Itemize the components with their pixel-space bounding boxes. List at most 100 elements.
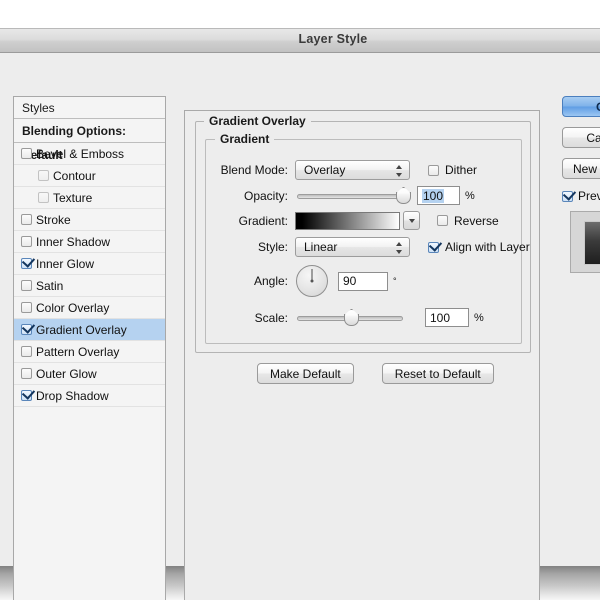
preview-checkbox[interactable]: Preview (562, 189, 600, 203)
gradient-group-title: Gradient (215, 132, 275, 146)
layer-style-dialog: Layer Style Styles Blending Options: Def… (0, 28, 600, 600)
effect-checkbox[interactable] (21, 324, 32, 335)
effect-row[interactable]: Color Overlay (14, 297, 165, 319)
angle-dial[interactable] (296, 265, 328, 297)
angle-input[interactable]: 90 (338, 271, 388, 291)
opacity-unit: % (465, 189, 475, 202)
effect-row[interactable]: Satin (14, 275, 165, 297)
angle-dial-hub (310, 279, 314, 283)
align-with-layer-checkbox[interactable]: Align with Layer (428, 240, 530, 254)
dialog-titlebar[interactable]: Layer Style (0, 29, 600, 53)
preview-checkbox-box (562, 190, 573, 202)
effect-label: Inner Glow (36, 256, 95, 271)
blend-mode-value: Overlay (304, 163, 346, 177)
scale-label: Scale: (254, 310, 288, 325)
style-preview-swatch (584, 221, 600, 265)
make-default-button[interactable]: Make Default (257, 363, 354, 384)
effect-row[interactable]: Texture (14, 187, 165, 209)
blending-options-row[interactable]: Blending Options: Default (14, 119, 165, 162)
gradient-swatch[interactable] (295, 211, 400, 230)
effect-checkbox[interactable] (21, 302, 32, 313)
effect-label: Outer Glow (36, 366, 97, 381)
gradient-overlay-panel: Gradient Overlay Gradient Blend Mode: Ov… (184, 110, 540, 600)
reset-to-default-button[interactable]: Reset to Default (381, 363, 494, 384)
dialog-actions: OK Cancel New Style... Preview (562, 96, 600, 273)
effect-label: Contour (53, 168, 96, 183)
effect-row[interactable]: Pattern Overlay (14, 341, 165, 363)
angle-label: Angle: (253, 274, 288, 288)
reverse-checkbox-box (437, 215, 448, 226)
ok-button[interactable]: OK (562, 96, 600, 117)
gradient-group: Gradient Blend Mode: Overlay Dither Opac… (205, 132, 530, 344)
effect-row[interactable]: Gradient Overlay (14, 319, 165, 341)
updown-arrows-icon (396, 164, 403, 178)
gradient-row: Gradient: Reverse (210, 211, 520, 230)
cancel-button[interactable]: Cancel (562, 127, 600, 148)
gradient-overlay-group-title: Gradient Overlay (204, 114, 311, 128)
scale-value: 100 (430, 310, 451, 325)
effect-checkbox[interactable] (21, 346, 32, 357)
dither-checkbox[interactable]: Dither (428, 163, 477, 177)
effect-checkbox[interactable] (38, 192, 49, 203)
effect-label: Bevel & Emboss (36, 146, 125, 161)
styles-list-header[interactable]: Styles (14, 97, 165, 119)
effect-checkbox[interactable] (21, 280, 32, 291)
effect-label: Drop Shadow (36, 388, 109, 403)
default-buttons-row: Make Default Reset to Default (257, 363, 494, 384)
style-select[interactable]: Linear (295, 237, 410, 257)
angle-unit: ° (393, 276, 397, 286)
effect-checkbox[interactable] (21, 236, 32, 247)
gradient-overlay-group: Gradient Overlay Gradient Blend Mode: Ov… (195, 114, 531, 353)
style-row: Style: Linear Align with Layer (210, 237, 530, 257)
blend-mode-label: Blend Mode: (220, 163, 288, 177)
scale-unit: % (474, 311, 484, 324)
angle-row: Angle: 90 ° (210, 265, 470, 297)
scale-slider[interactable] (297, 311, 403, 326)
effect-label: Pattern Overlay (36, 344, 120, 359)
effect-checkbox[interactable] (21, 258, 32, 269)
effect-checkbox[interactable] (21, 148, 32, 159)
updown-arrows-icon (396, 241, 403, 255)
opacity-slider-track (297, 193, 405, 199)
effect-checkbox[interactable] (21, 214, 32, 225)
effect-label: Stroke (36, 212, 71, 227)
effect-row[interactable]: Contour (14, 165, 165, 187)
opacity-value: 100 (422, 188, 445, 203)
opacity-slider-thumb[interactable] (396, 191, 411, 204)
effect-checkbox[interactable] (21, 368, 32, 379)
effect-row[interactable]: Inner Glow (14, 253, 165, 275)
dialog-body: Styles Blending Options: Default Bevel &… (0, 54, 600, 600)
effect-row[interactable]: Inner Shadow (14, 231, 165, 253)
scale-slider-thumb[interactable] (344, 313, 359, 326)
preview-label: Preview (578, 189, 600, 203)
effect-label: Color Overlay (36, 300, 110, 315)
opacity-row: Opacity: 100 % (210, 186, 520, 205)
effect-row[interactable]: Outer Glow (14, 363, 165, 385)
screen: Layer Style Styles Blending Options: Def… (0, 0, 600, 600)
effect-label: Texture (53, 190, 93, 205)
effect-row[interactable]: Stroke (14, 209, 165, 231)
effect-label: Inner Shadow (36, 234, 111, 249)
gradient-picker-button[interactable] (403, 211, 420, 230)
effect-checkbox[interactable] (21, 390, 32, 401)
styles-list-panel: Styles Blending Options: Default Bevel &… (13, 96, 166, 600)
opacity-input[interactable]: 100 (417, 186, 460, 205)
dialog-title: Layer Style (298, 32, 368, 46)
blend-mode-row: Blend Mode: Overlay Dither (210, 160, 510, 180)
align-with-layer-label: Align with Layer (445, 240, 530, 254)
opacity-slider[interactable] (297, 189, 411, 204)
style-value: Linear (304, 240, 338, 254)
style-label: Style: (257, 240, 288, 254)
angle-value: 90 (343, 274, 357, 288)
effect-row[interactable]: Drop Shadow (14, 385, 165, 407)
new-style-button[interactable]: New Style... (562, 158, 600, 179)
effect-label: Satin (36, 278, 64, 293)
effect-checkbox[interactable] (38, 170, 49, 181)
scale-input[interactable]: 100 (425, 308, 469, 327)
style-preview-thumbnail (570, 211, 600, 273)
blend-mode-select[interactable]: Overlay (295, 160, 410, 180)
effects-list: Bevel & Emboss Contour Texture Stroke Inner … (14, 143, 165, 407)
opacity-label: Opacity: (243, 188, 288, 203)
gradient-label: Gradient: (238, 213, 288, 228)
reverse-checkbox[interactable]: Reverse (437, 214, 499, 228)
